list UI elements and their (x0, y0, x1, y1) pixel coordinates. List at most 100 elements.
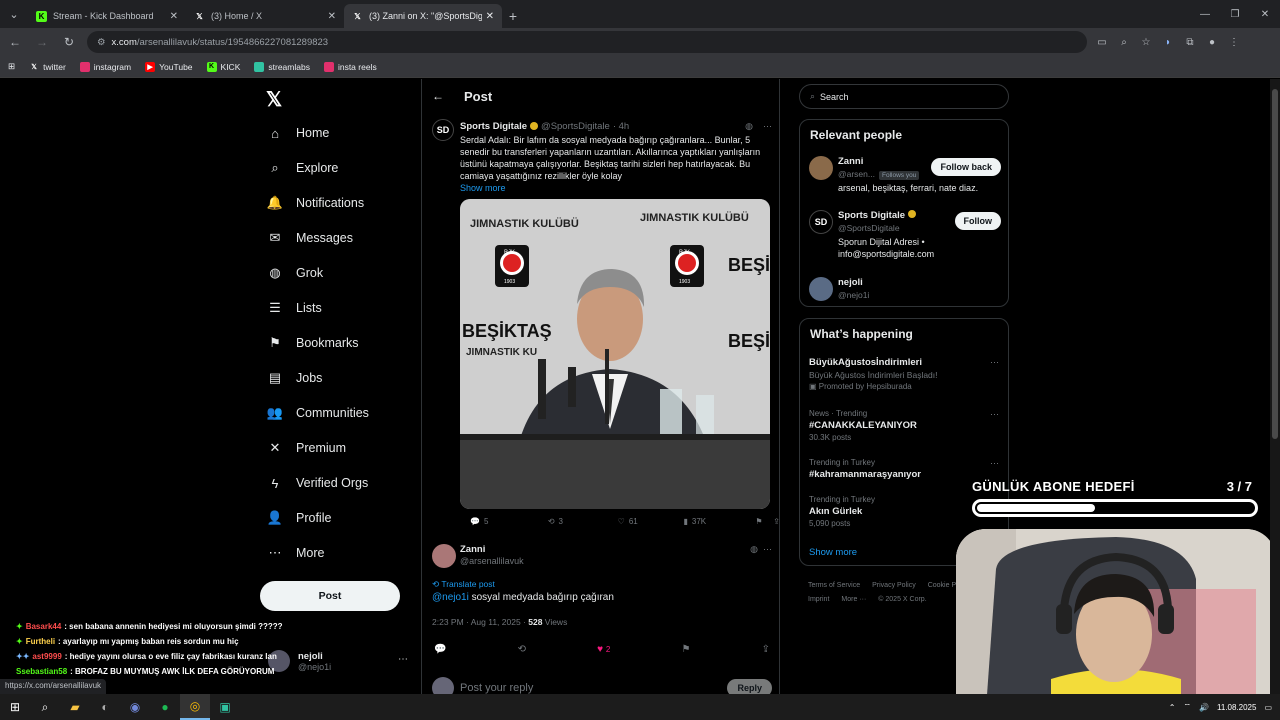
app-icon[interactable]: ◐ (90, 694, 120, 720)
reply-action[interactable]: 💬 5 (470, 517, 548, 526)
cast-icon[interactable]: ▭ (1091, 31, 1113, 53)
tab-kick-dashboard[interactable]: K Stream - Kick Dashboard ✕ (28, 4, 186, 28)
repost-action[interactable]: ⟲ 3 (548, 517, 618, 526)
show-more-link[interactable]: Show more (460, 183, 772, 193)
page-scrollbar[interactable] (1270, 79, 1280, 694)
nav-item-explore[interactable]: ⌕ Explore (266, 156, 338, 180)
reply-icon[interactable]: 💬 (434, 644, 446, 655)
nav-item-verified-orgs[interactable]: ϟ Verified Orgs (266, 471, 369, 495)
nav-item-bookmarks[interactable]: ⚑ Bookmarks (266, 331, 358, 355)
nav-item-home[interactable]: ⌂ Home (266, 121, 329, 145)
nav-item-jobs[interactable]: ▤ Jobs (266, 366, 323, 390)
trend-item[interactable]: Trending in Turkey Akın Gürlek 5,090 pos… (809, 495, 999, 528)
spotify-icon[interactable]: ● (150, 694, 180, 720)
like-action[interactable]: ♥ 2 (597, 644, 610, 655)
minimize-icon[interactable]: — (1190, 0, 1220, 28)
bookmark-icon[interactable]: ⚑ (681, 644, 690, 655)
author-handle[interactable]: @SportsDigitale (541, 121, 610, 132)
avatar[interactable] (809, 156, 833, 180)
restore-icon[interactable]: ❐ (1220, 0, 1250, 28)
tab-zanni-post[interactable]: 𝕏 (3) Zanni on X: "@SportsDigitale ✕ (344, 4, 502, 28)
sports-digitale-avatar[interactable]: SD (432, 119, 454, 141)
reload-icon[interactable]: ↻ (57, 30, 81, 54)
zoom-icon[interactable]: ⌕ (1113, 31, 1135, 53)
star-icon[interactable]: ☆ (1135, 31, 1157, 53)
nav-item-profile[interactable]: 👤 Profile (266, 506, 332, 530)
chrome-icon[interactable]: ◎ (180, 694, 210, 720)
bookmark-icon[interactable]: ⚑ (755, 517, 773, 526)
x-logo-icon[interactable]: 𝕏 (266, 87, 288, 111)
url-bar[interactable]: ⚙ x.com/arsenallilavuk/status/1954866227… (87, 31, 1087, 53)
follow-button[interactable]: Follow (954, 212, 1001, 230)
forward-icon[interactable]: → (30, 30, 54, 54)
bookmark-kick[interactable]: K KICK (206, 61, 240, 72)
avatar[interactable] (809, 277, 833, 301)
nav-item-premium[interactable]: ✕ Premium (266, 436, 346, 460)
clock-date[interactable]: 11.08.2025 (1217, 703, 1256, 712)
back-arrow-icon[interactable]: ← (432, 89, 444, 103)
menu-icon[interactable]: ⋮ (1223, 31, 1245, 53)
author-name[interactable]: Zanni (460, 544, 485, 555)
grok-icon[interactable]: ◍ (745, 121, 753, 132)
more-icon[interactable]: ⋯ (990, 357, 999, 368)
bookmark-instagram[interactable]: instagram (79, 61, 131, 72)
views-action[interactable]: ▮ 37K (684, 517, 756, 526)
reply-input[interactable]: Post your reply (460, 682, 533, 694)
tray-chevron-icon[interactable]: ⌃ (1169, 703, 1176, 712)
bookmark-streamlabs[interactable]: streamlabs (254, 61, 310, 72)
more-icon[interactable]: ⋯ (763, 121, 772, 132)
volume-icon[interactable]: 🔊 (1199, 703, 1209, 712)
more-icon[interactable]: ⋯ (990, 409, 999, 420)
repost-icon[interactable]: ⟲ (518, 644, 526, 655)
avatar[interactable] (432, 544, 456, 568)
close-icon[interactable]: ✕ (486, 11, 494, 22)
nav-item-lists[interactable]: ☰ Lists (266, 296, 322, 320)
extension-icon[interactable]: ◗ (1157, 31, 1179, 53)
bookmark-insta-reels[interactable]: insta reels (323, 61, 377, 72)
grok-icon[interactable]: ◍ ⋯ (750, 544, 772, 555)
mention-link[interactable]: @nejo1i (432, 592, 469, 603)
author-name[interactable]: Sports Digitale (460, 121, 527, 132)
reply-button[interactable]: Reply (727, 679, 772, 694)
nav-item-grok[interactable]: ◍ Grok (266, 261, 323, 285)
streamlabs-icon[interactable]: ▣ (210, 694, 240, 720)
follow-back-button[interactable]: Follow back (931, 158, 1001, 176)
discord-icon[interactable]: ◉ (120, 694, 150, 720)
windows-start-icon[interactable]: ⊞ (0, 694, 30, 720)
author-handle[interactable]: @arsenallilavuk (460, 556, 524, 566)
trend-item[interactable]: News · Trending #CANAKKALEYANIYOR 30.3K … (809, 409, 999, 442)
show-more-link[interactable]: Show more (809, 547, 857, 558)
puzzle-icon[interactable]: ⧉ (1179, 31, 1201, 53)
close-icon[interactable]: ✕ (170, 11, 178, 22)
trend-item[interactable]: Trending in Turkey #kahramanmaraşyanıyor… (809, 458, 999, 480)
notification-icon[interactable]: ▭ (1264, 703, 1272, 712)
nav-item-more[interactable]: ⋯ More (266, 541, 325, 565)
search-input[interactable]: ⌕ Search (799, 84, 1009, 109)
more-icon[interactable]: ⋯ (990, 458, 999, 469)
file-explorer-icon[interactable]: ▰ (60, 694, 90, 720)
avatar[interactable]: SD (809, 210, 833, 234)
more-icon[interactable]: ⋯ (398, 654, 408, 665)
apps-icon[interactable]: ⊞ (8, 61, 15, 72)
network-icon[interactable]: ⌔ (1183, 702, 1191, 712)
translate-post-link[interactable]: ⟲ Translate post (432, 579, 495, 590)
tab-x-home[interactable]: 𝕏 (3) Home / X ✕ (186, 4, 344, 28)
close-window-icon[interactable]: ✕ (1250, 0, 1280, 28)
new-tab-button[interactable]: + (502, 4, 524, 28)
close-icon[interactable]: ✕ (328, 11, 336, 22)
nav-item-messages[interactable]: ✉ Messages (266, 226, 353, 250)
nav-item-communities[interactable]: 👥 Communities (266, 401, 369, 425)
tab-search-icon[interactable]: ⌄ (0, 0, 28, 28)
site-info-icon[interactable]: ⚙ (97, 37, 106, 48)
profile-avatar-icon[interactable]: ● (1201, 31, 1223, 53)
nav-item-notifications[interactable]: 🔔 Notifications (266, 191, 364, 215)
trend-item[interactable]: BüyükAğustosİndirimleri Büyük Ağustos İn… (809, 357, 999, 391)
search-icon[interactable]: ⌕ (30, 694, 60, 720)
bookmark-youtube[interactable]: ▶ YouTube (145, 61, 193, 72)
back-icon[interactable]: ← (3, 30, 27, 54)
share-icon[interactable]: ⇪ (762, 644, 770, 655)
post-button[interactable]: Post (260, 581, 400, 611)
bookmark-twitter[interactable]: 𝕏twitter (29, 62, 66, 72)
like-action[interactable]: ♡ 61 (618, 517, 684, 526)
scrollbar-thumb[interactable] (1272, 89, 1278, 439)
